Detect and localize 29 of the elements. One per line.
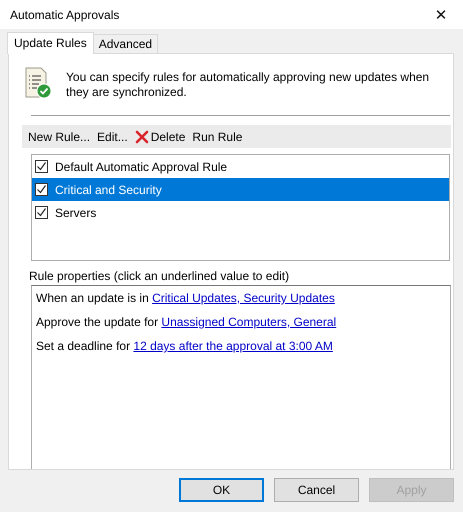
checkbox[interactable] [35, 206, 48, 219]
tab[interactable]: Advanced [92, 34, 158, 53]
value-link[interactable]: Critical Updates, Security Updates [152, 291, 335, 305]
description-text: You can specify rules for automatically approving new updates when they are synchronized. [66, 69, 430, 100]
delete-button[interactable]: Delete [132, 128, 190, 146]
rule-item[interactable]: Servers [32, 201, 449, 224]
window-title: Automatic Approvals [10, 8, 120, 22]
tab[interactable]: Update Rules [7, 32, 94, 54]
toolbar-button[interactable]: Edit... [95, 128, 133, 146]
checkbox[interactable] [35, 183, 48, 196]
document-checkmark-icon [24, 67, 52, 99]
property-text: Approve the update for Unassigned Computers, General [36, 314, 338, 330]
delete-icon [134, 130, 149, 144]
toolbar-button[interactable]: Run Rule [190, 128, 248, 146]
close-button[interactable]: ✕ [419, 0, 463, 29]
section-label: Rule properties (click an underlined value to edit) [29, 269, 290, 283]
rule-label: Default Automatic Approval Rule [55, 160, 228, 174]
checkbox[interactable] [35, 160, 48, 173]
value-link[interactable]: Unassigned Computers, General [161, 315, 336, 329]
rule-label: Servers [55, 206, 96, 220]
value-link[interactable]: 12 days after the approval at 3:00 AM [133, 339, 333, 353]
rule-item[interactable]: Critical and Security [32, 178, 449, 201]
property-text: When an update is in Critical Updates, Security Updates [36, 290, 336, 306]
dialog-button[interactable]: OK [179, 478, 264, 502]
rule-label: Critical and Security [55, 182, 162, 196]
dialog-button[interactable]: Cancel [274, 478, 359, 502]
toolbar-button[interactable]: New Rule... [26, 128, 96, 146]
property-text: Set a deadline for 12 days after the approval at 3:00 AM [36, 338, 334, 354]
rule-item[interactable]: Default Automatic Approval Rule [32, 155, 449, 178]
